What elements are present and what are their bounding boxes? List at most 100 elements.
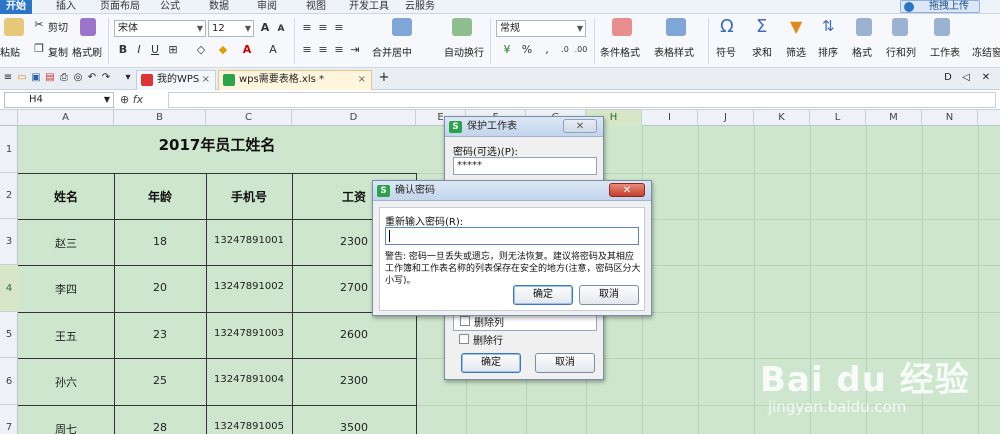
- select-all-corner[interactable]: [0, 110, 18, 126]
- tab-ctrl-icon-3[interactable]: ✕: [980, 72, 992, 84]
- protect-cancel-button[interactable]: 取消: [535, 353, 595, 373]
- row-header-2[interactable]: 2: [0, 173, 18, 219]
- font-color-icon[interactable]: A: [240, 43, 254, 57]
- omega-icon[interactable]: Ω: [720, 16, 734, 37]
- format-painter-button[interactable]: 格式刷: [72, 44, 102, 59]
- filter-button[interactable]: 筛选: [786, 44, 806, 59]
- merge-center-button[interactable]: 合并居中: [372, 44, 412, 59]
- align-top-icon[interactable]: ≡: [300, 21, 314, 35]
- col-header-c[interactable]: C: [206, 110, 292, 126]
- col-header-j[interactable]: J: [698, 110, 754, 126]
- row-header-7[interactable]: 7: [0, 405, 18, 434]
- redo-icon[interactable]: ↷: [100, 72, 112, 84]
- copy-button[interactable]: 复制: [48, 44, 68, 59]
- number-format-select[interactable]: 常规 ▼: [496, 20, 586, 37]
- sigma-icon[interactable]: Σ: [756, 16, 767, 37]
- close-icon[interactable]: ×: [202, 71, 210, 89]
- col-header-m[interactable]: M: [866, 110, 922, 126]
- merge-icon[interactable]: [392, 18, 412, 36]
- symbol-button[interactable]: 符号: [716, 44, 736, 59]
- row-col-icon[interactable]: [892, 18, 908, 36]
- cell-salary[interactable]: 2600: [292, 328, 416, 341]
- cell-phone[interactable]: 13247891003: [206, 328, 292, 339]
- menu-tab-home[interactable]: 开始: [0, 0, 32, 14]
- format-icon[interactable]: [856, 18, 872, 36]
- cell-salary[interactable]: 2300: [292, 374, 416, 387]
- worksheet-icon[interactable]: [934, 18, 950, 36]
- row-header-1[interactable]: 1: [0, 126, 18, 173]
- menu-tab-cloud[interactable]: 云服务: [405, 0, 435, 14]
- thousands-icon[interactable]: ,: [540, 43, 554, 57]
- cell-phone[interactable]: 13247891001: [206, 235, 292, 246]
- row-header-4[interactable]: 4: [0, 265, 18, 312]
- col-header-l[interactable]: L: [810, 110, 866, 126]
- preview-icon[interactable]: ◎: [72, 72, 84, 84]
- italic-icon[interactable]: I: [132, 43, 146, 57]
- protect-ok-button[interactable]: 确定: [461, 353, 521, 373]
- menu-tab-insert[interactable]: 插入: [56, 0, 76, 14]
- scissors-icon[interactable]: ✂: [32, 18, 46, 32]
- print-icon[interactable]: ⎙: [58, 72, 70, 84]
- menu-tab-developer[interactable]: 开发工具: [349, 0, 389, 14]
- tab-ctrl-icon[interactable]: D: [942, 72, 954, 84]
- increase-decimal-icon[interactable]: .0: [558, 43, 572, 57]
- undo-icon[interactable]: ↶: [86, 72, 98, 84]
- cut-button[interactable]: 剪切: [48, 19, 68, 34]
- password-input[interactable]: *****: [453, 157, 597, 175]
- paste-icon[interactable]: [4, 18, 24, 36]
- align-middle-icon[interactable]: ≡: [316, 21, 330, 35]
- shrink-font-icon[interactable]: A: [274, 22, 288, 36]
- cell-name[interactable]: 周七: [18, 421, 114, 434]
- table-style-icon[interactable]: [666, 18, 686, 36]
- row-header-3[interactable]: 3: [0, 219, 18, 265]
- name-box[interactable]: H4 ▼: [4, 92, 114, 108]
- close-button[interactable]: ✕: [609, 183, 645, 197]
- delete-column-checkbox[interactable]: [460, 316, 470, 326]
- row-header-6[interactable]: 6: [0, 358, 18, 405]
- fx-label[interactable]: ⊕ fx: [120, 93, 143, 106]
- table-style-button[interactable]: 表格样式: [654, 44, 694, 59]
- header-name[interactable]: 姓名: [18, 188, 114, 205]
- menu-icon[interactable]: ≡: [2, 72, 14, 84]
- currency-icon[interactable]: ¥: [500, 43, 514, 57]
- align-right-icon[interactable]: ≡: [332, 43, 346, 57]
- drag-upload-button[interactable]: 拖拽上传: [900, 0, 980, 13]
- col-header-b[interactable]: B: [114, 110, 206, 126]
- filter-icon[interactable]: ▼: [790, 17, 802, 36]
- dropdown-icon[interactable]: ▾: [122, 72, 134, 84]
- open-folder-icon[interactable]: ▭: [16, 72, 28, 84]
- cell-age[interactable]: 18: [114, 235, 206, 248]
- conditional-format-icon[interactable]: [612, 18, 632, 36]
- align-center-icon[interactable]: ≡: [316, 43, 330, 57]
- col-header-i[interactable]: I: [642, 110, 698, 126]
- menu-tab-page-layout[interactable]: 页面布局: [100, 0, 140, 14]
- fill-color-icon[interactable]: ◆: [216, 43, 230, 57]
- cell-age[interactable]: 23: [114, 328, 206, 341]
- worksheet-button[interactable]: 工作表: [930, 44, 960, 59]
- menu-tab-view[interactable]: 视图: [306, 0, 326, 14]
- col-header-a[interactable]: A: [18, 110, 114, 126]
- sum-button[interactable]: 求和: [752, 44, 772, 59]
- zoom-icon[interactable]: ⊕: [120, 93, 129, 106]
- text-effect-icon[interactable]: A: [266, 43, 280, 57]
- menu-tab-review[interactable]: 审阅: [257, 0, 277, 14]
- format-button[interactable]: 格式: [852, 44, 872, 59]
- delete-row-checkbox[interactable]: [459, 334, 469, 344]
- cell-age[interactable]: 20: [114, 281, 206, 294]
- header-age[interactable]: 年龄: [114, 188, 206, 205]
- cell-name[interactable]: 孙六: [18, 374, 114, 390]
- menu-tab-formula[interactable]: 公式: [160, 0, 180, 14]
- wrap-text-button[interactable]: 自动换行: [444, 44, 484, 59]
- underline-icon[interactable]: U: [148, 43, 162, 57]
- cell-phone[interactable]: 13247891002: [206, 281, 292, 292]
- freeze-button[interactable]: 冻结窗: [972, 44, 1000, 59]
- save-icon[interactable]: ▣: [30, 72, 42, 84]
- cell-name[interactable]: 王五: [18, 328, 114, 344]
- copy-icon[interactable]: ❐: [32, 42, 46, 56]
- percent-icon[interactable]: %: [520, 43, 534, 57]
- grow-font-icon[interactable]: A: [258, 21, 272, 35]
- bold-icon[interactable]: B: [116, 43, 130, 57]
- col-header-k[interactable]: K: [754, 110, 810, 126]
- reenter-password-input[interactable]: [385, 227, 639, 245]
- indent-icon[interactable]: ⇥: [348, 43, 362, 57]
